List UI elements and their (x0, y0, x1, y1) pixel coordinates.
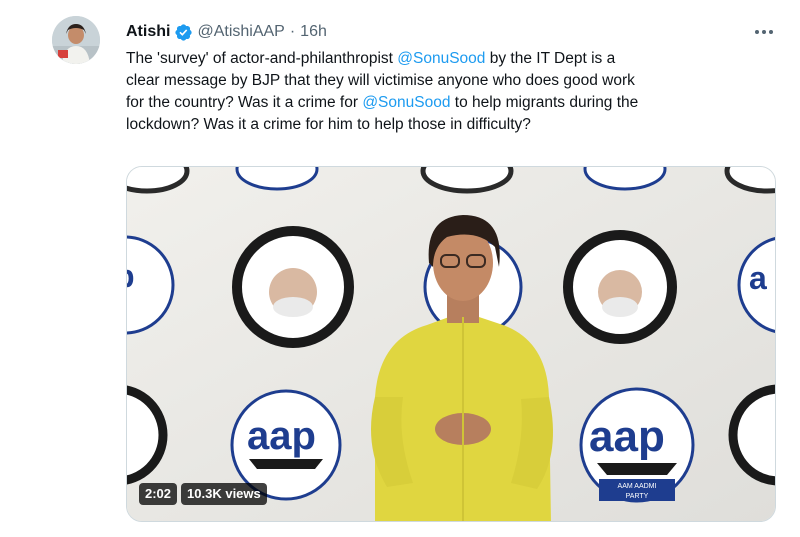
author-avatar[interactable] (52, 16, 100, 64)
tweet-text-segment: lockdown? Was it a crime for him to help… (126, 116, 531, 133)
svg-text:AAM AADMI: AAM AADMI (618, 483, 657, 490)
tweet-text-segment: clear message by BJP that they will vict… (126, 72, 635, 89)
wall-seal-1 (232, 226, 354, 348)
tweet-text-segment: to help migrants during the (450, 94, 639, 111)
header-separator: · (289, 23, 296, 40)
mention-link[interactable]: @SonuSood (397, 50, 485, 67)
wall-logo-aap-2: aap AAM AADMI PARTY (579, 387, 695, 503)
svg-text:PARTY: PARTY (626, 493, 649, 500)
tweet-text-line: clear message by BJP that they will vict… (126, 70, 776, 92)
video-views: 10.3K views (181, 483, 267, 505)
svg-text:aap: aap (589, 412, 665, 461)
tweet-text-line: The 'survey' of actor-and-philanthropist… (126, 48, 776, 70)
author-handle[interactable]: @AtishiAAP (197, 23, 284, 41)
verified-badge-icon (175, 23, 193, 41)
tweet-text-segment: for the country? Was it a crime for (126, 94, 363, 111)
more-options-icon[interactable] (752, 22, 776, 42)
wall-seal-2 (563, 230, 677, 344)
tweet-text: The 'survey' of actor-and-philanthropist… (126, 48, 776, 136)
mention-link[interactable]: @SonuSood (362, 94, 450, 111)
video-duration: 2:02 (139, 483, 178, 505)
svg-text:p: p (127, 258, 135, 294)
svg-text:a: a (749, 260, 767, 296)
tweet-header: Atishi @AtishiAAP · 16h (126, 20, 327, 44)
video-stats: 2:02 10.3K views (139, 483, 267, 505)
tweet-text-line: lockdown? Was it a crime for him to help… (126, 114, 776, 136)
tweet-video[interactable]: p a a aap aap AAM AADMI P (126, 166, 776, 522)
tweet-timestamp[interactable]: 16h (300, 23, 327, 41)
author-name[interactable]: Atishi (126, 23, 170, 41)
video-thumbnail: p a a aap aap AAM AADMI P (127, 167, 775, 521)
tweet-text-segment: The 'survey' of actor-and-philanthropist (126, 50, 398, 67)
tweet-card[interactable]: Atishi @AtishiAAP · 16h The 'survey' of … (0, 0, 800, 537)
tweet-text-line: for the country? Was it a crime for @Son… (126, 92, 776, 114)
svg-text:aap: aap (247, 414, 316, 458)
tweet-text-segment: by the IT Dept is a (485, 50, 616, 67)
